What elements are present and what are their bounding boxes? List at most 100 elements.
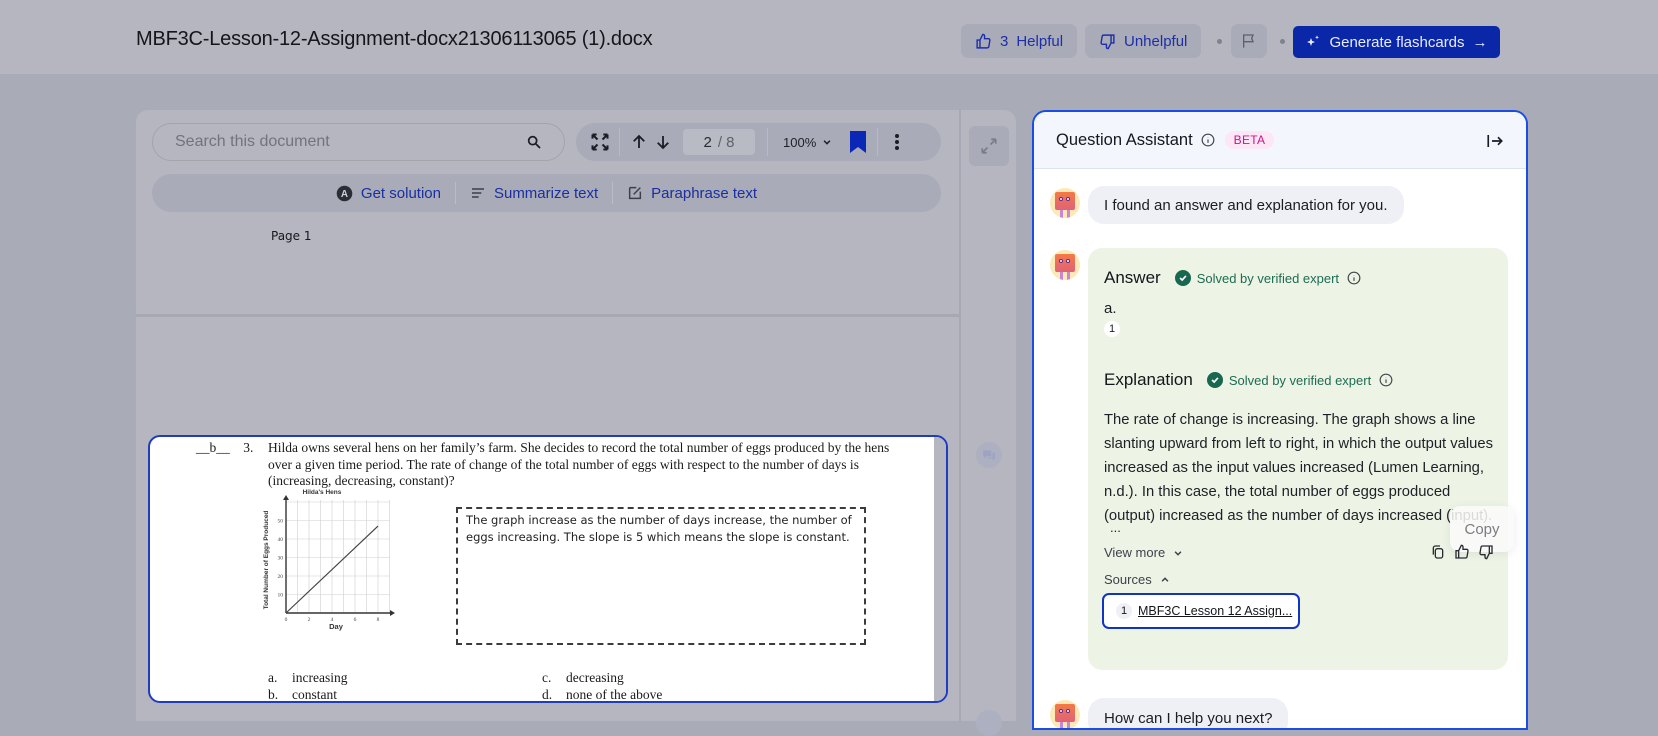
generate-flashcards-button[interactable]: Generate flashcards → <box>1293 26 1500 58</box>
sparkle-icon <box>1307 35 1320 46</box>
bookmark-button[interactable] <box>846 130 870 154</box>
x-axis-label: Day <box>329 622 344 631</box>
page-label: Page 1 <box>271 229 312 243</box>
beta-badge: BETA <box>1224 131 1275 149</box>
unhelpful-label: Unhelpful <box>1124 32 1188 50</box>
student-note-box: The graph increase as the number of days… <box>456 507 866 645</box>
graph-title: Hilda's Hens <box>303 489 342 496</box>
y-axis-label: Total Number of Eggs Produced <box>263 511 270 610</box>
helpful-count: 3 <box>1000 32 1009 50</box>
y-tick-label: 30 <box>278 556 284 562</box>
y-tick-label: 40 <box>278 537 284 543</box>
info-icon[interactable] <box>1347 271 1361 285</box>
top-bar: MBF3C-Lesson-12-Assignment-docx213061130… <box>0 0 1658 74</box>
choice-d: d. none of the above <box>542 687 663 702</box>
check-circle-icon <box>1174 270 1191 286</box>
flag-icon <box>1243 34 1254 48</box>
thumbs-down-icon[interactable] <box>1478 544 1494 560</box>
choice-a: a. increasing <box>268 670 348 685</box>
search-input[interactable] <box>175 133 505 151</box>
page-number-input[interactable]: 2 / 8 <box>683 129 755 155</box>
helpful-button[interactable]: 3 Helpful <box>961 24 1078 58</box>
lines-icon <box>471 188 484 198</box>
view-more-button[interactable]: View more <box>1104 545 1183 560</box>
answer-heading-row: Answer Solved by verified expert <box>1104 268 1361 288</box>
info-icon[interactable] <box>1201 133 1215 147</box>
answer-badge-icon: A <box>336 185 353 201</box>
question-index: 3. <box>243 440 254 455</box>
y-axis-arrow <box>283 495 289 500</box>
summarize-text-button[interactable]: Summarize text <box>456 185 612 202</box>
ai-actions-bar: A Get solution Summarize text Paraphrase… <box>152 174 941 212</box>
question-text: Hilda owns several hens on her family’s … <box>268 440 890 488</box>
answer-card: Answer Solved by verified expert a. 1 Ex… <box>1088 248 1514 670</box>
unhelpful-button[interactable]: Unhelpful <box>1085 24 1202 58</box>
source-link[interactable]: 1 MBF3C Lesson 12 Assign... <box>1102 593 1300 629</box>
comment-button[interactable] <box>976 710 1002 736</box>
collapse-panel-icon[interactable] <box>1486 132 1504 150</box>
source-number: 1 <box>1116 603 1132 619</box>
x-tick-label: 0 <box>285 617 288 623</box>
expand-panel-button[interactable] <box>969 126 1009 166</box>
more-options-button[interactable] <box>885 130 909 154</box>
chevron-down-icon <box>823 140 831 145</box>
x-tick-label: 8 <box>377 617 380 623</box>
comment-button[interactable] <box>976 442 1002 468</box>
separator-dot <box>1280 39 1285 44</box>
arrow-up-icon <box>633 134 645 148</box>
highlighted-question[interactable]: __b__ 3. Hilda owns several hens on her … <box>148 435 948 703</box>
report-button[interactable] <box>1231 24 1267 58</box>
page-edge-shade <box>934 437 946 701</box>
assistant-title: Question Assistant <box>1056 130 1193 149</box>
assistant-avatar <box>1050 188 1080 218</box>
get-solution-button[interactable]: A Get solution <box>322 185 455 202</box>
question-assistant-panel: Question Assistant BETA I found an answe… <box>1032 110 1528 730</box>
thumbs-up-icon[interactable] <box>1454 544 1470 560</box>
svg-text:A: A <box>341 189 348 200</box>
next-page-button[interactable] <box>651 130 675 154</box>
hens-graph: Hilda's Hens 1020304050 02468 Day Total … <box>263 489 395 631</box>
answer-heading: Answer <box>1104 268 1161 287</box>
toolbar-divider <box>619 128 620 156</box>
question-number: __b__ 3. <box>196 440 253 456</box>
next-message: How can I help you next? <box>1088 698 1289 728</box>
get-solution-label: Get solution <box>360 184 441 202</box>
arrow-right-icon: → <box>1472 33 1488 51</box>
fullscreen-button[interactable] <box>588 130 612 154</box>
copy-icon[interactable] <box>1430 544 1446 560</box>
viewer-toolbar: 2 / 8 100% <box>576 123 941 161</box>
toolbar-divider <box>767 128 768 156</box>
search-icon[interactable] <box>526 134 542 150</box>
x-tick-label: 6 <box>354 617 357 623</box>
thumbs-up-icon <box>976 33 991 49</box>
assistant-avatar <box>1050 700 1080 728</box>
explanation-heading: Explanation <box>1104 370 1193 389</box>
sources-toggle[interactable]: Sources <box>1104 572 1170 587</box>
assistant-avatar <box>1050 250 1080 280</box>
citation-badge[interactable]: 1 <box>1104 321 1120 337</box>
explanation-heading-row: Explanation Solved by verified expert <box>1104 370 1393 390</box>
verified-badge: Solved by verified expert <box>1206 372 1371 388</box>
x-axis-arrow <box>390 610 395 616</box>
truncation-ellipsis: ... <box>1110 520 1121 535</box>
assistant-header: Question Assistant BETA <box>1034 112 1526 169</box>
paraphrase-text-button[interactable]: Paraphrase text <box>613 185 771 202</box>
explanation-text: The rate of change is increasing. The gr… <box>1104 412 1494 524</box>
previous-page-button[interactable] <box>627 130 651 154</box>
search-field[interactable] <box>152 123 565 161</box>
answer-blank: __b__ <box>196 440 230 455</box>
helpful-label: Helpful <box>1016 32 1064 50</box>
y-tick-label: 10 <box>278 593 284 599</box>
check-circle-icon <box>1206 372 1223 388</box>
source-title: MBF3C Lesson 12 Assign... <box>1138 604 1293 618</box>
choice-c: c. decreasing <box>542 670 624 685</box>
paraphrase-text-label: Paraphrase text <box>651 184 758 202</box>
current-page: 2 <box>703 133 712 151</box>
document-title: MBF3C-Lesson-12-Assignment-docx213061130… <box>136 28 653 50</box>
bookmark-icon <box>850 131 867 153</box>
arrow-down-icon <box>657 136 669 150</box>
info-icon[interactable] <box>1379 373 1393 387</box>
zoom-select[interactable]: 100% <box>775 135 840 150</box>
choice-b: b. constant <box>268 687 337 702</box>
total-pages: / 8 <box>717 133 735 151</box>
